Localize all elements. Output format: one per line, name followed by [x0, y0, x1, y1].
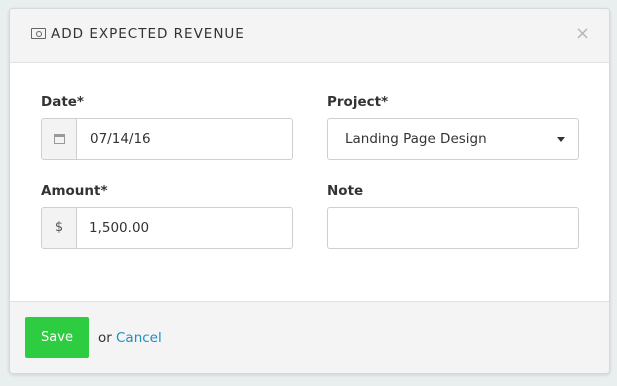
- amount-input-value[interactable]: 1,500.00: [89, 220, 149, 236]
- project-select[interactable]: Landing Page Design: [327, 118, 579, 160]
- modal-header: ADD EXPECTED REVENUE ×: [10, 9, 609, 63]
- currency-addon: $: [42, 208, 77, 248]
- project-selected-value[interactable]: Landing Page Design: [345, 131, 487, 147]
- save-button[interactable]: Save: [25, 317, 89, 358]
- amount-label: Amount*: [41, 183, 108, 199]
- money-icon: [31, 28, 46, 39]
- date-addon[interactable]: [42, 119, 77, 159]
- close-button[interactable]: ×: [575, 23, 590, 44]
- amount-field[interactable]: $ 1,500.00: [41, 207, 293, 249]
- date-field[interactable]: 07/14/16: [41, 118, 293, 160]
- modal-title: ADD EXPECTED REVENUE: [51, 26, 245, 42]
- caret-down-icon[interactable]: [557, 137, 565, 142]
- project-label: Project*: [327, 94, 389, 110]
- add-expected-revenue-modal: ADD EXPECTED REVENUE × Date* 07/14/16 Pr…: [9, 8, 610, 374]
- modal-footer: Save or Cancel: [10, 301, 609, 373]
- or-text: or: [98, 330, 112, 346]
- calendar-icon: [54, 134, 65, 144]
- cancel-link[interactable]: Cancel: [116, 330, 162, 346]
- note-label: Note: [327, 183, 364, 199]
- note-input[interactable]: [327, 207, 579, 249]
- date-input-value[interactable]: 07/14/16: [90, 131, 151, 147]
- date-label: Date*: [41, 94, 84, 110]
